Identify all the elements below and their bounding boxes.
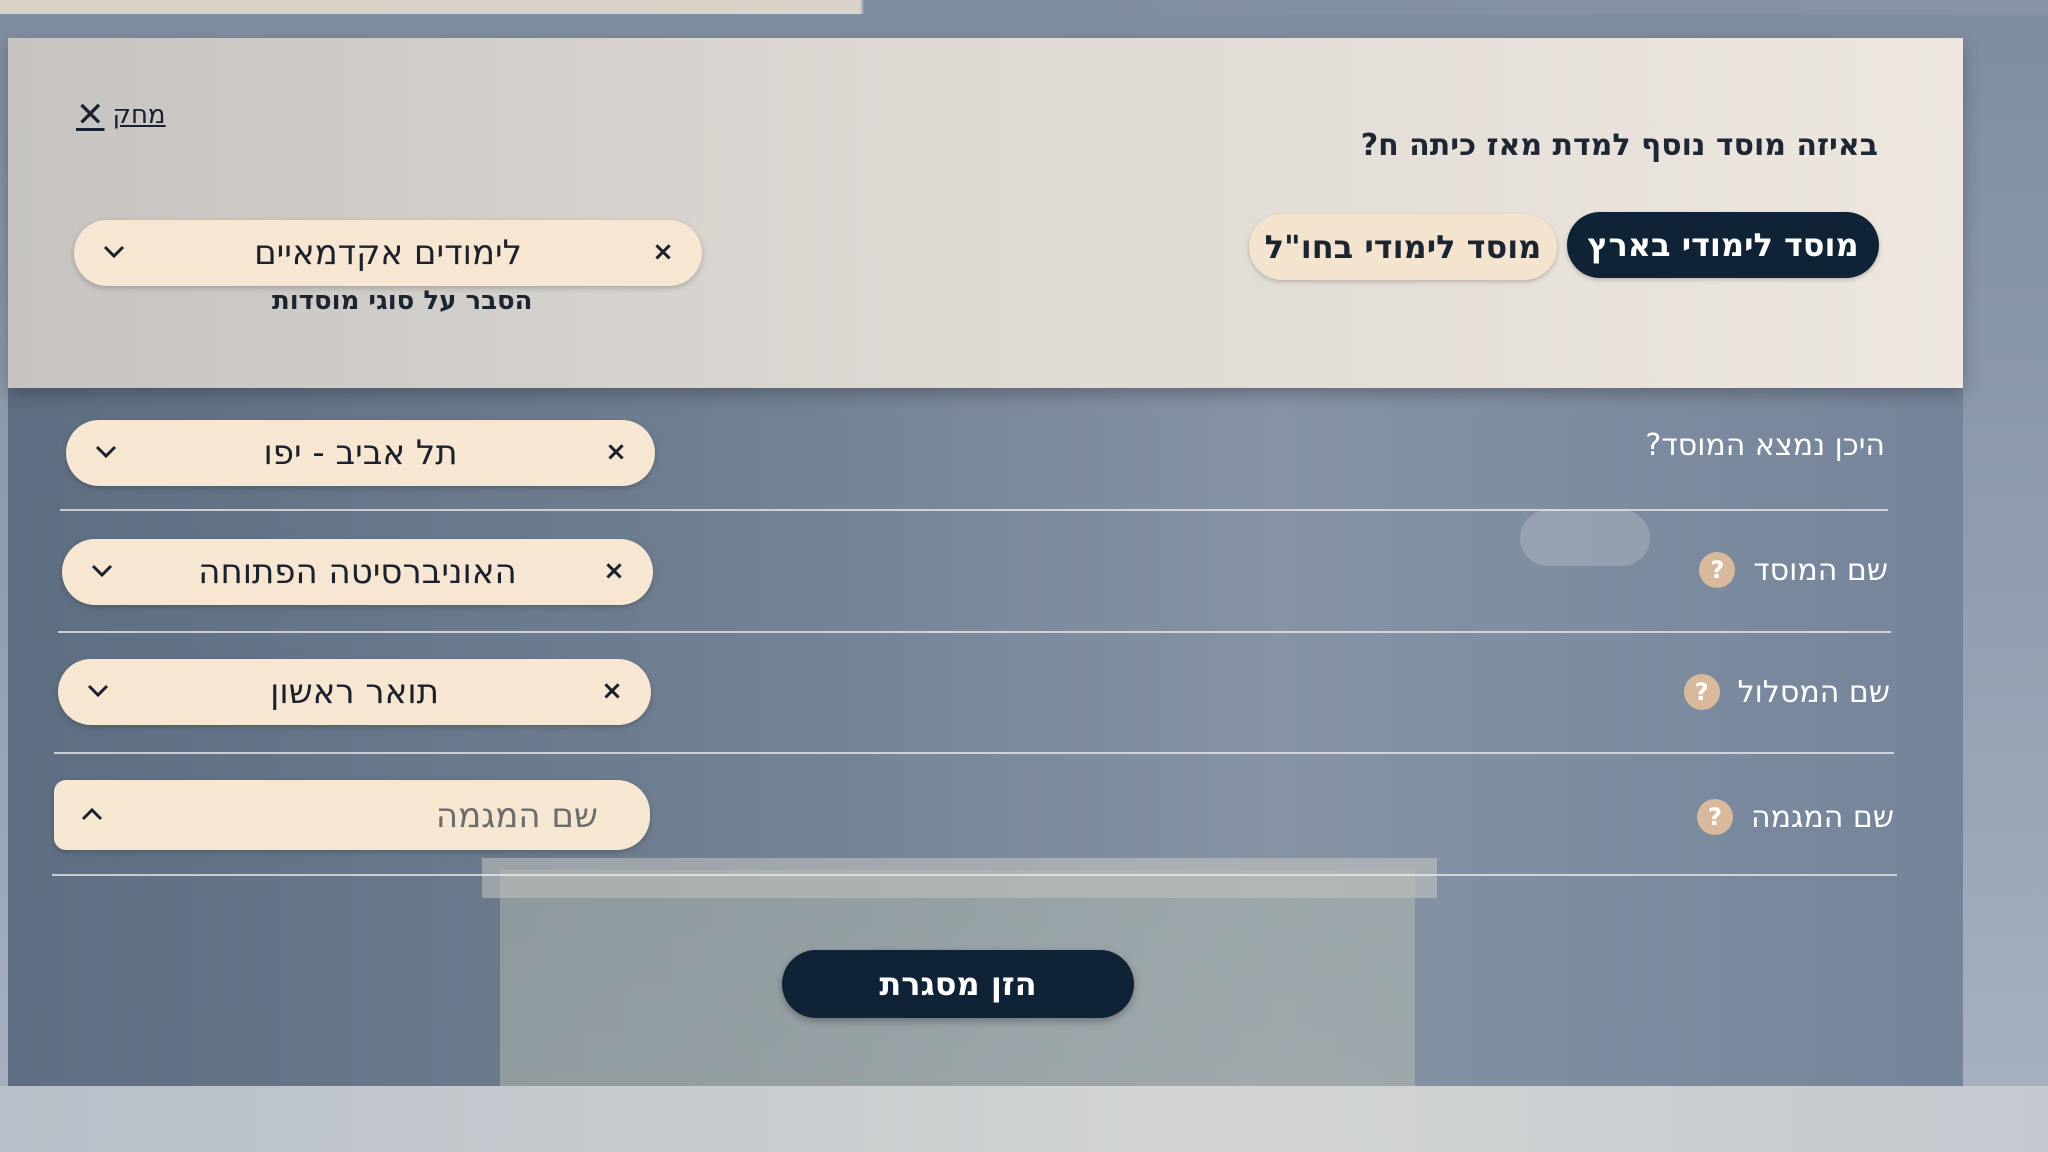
clear-selection-icon[interactable]: × xyxy=(597,554,631,588)
track-name-label: שם המסלול ? xyxy=(1683,674,1890,710)
location-value: תל אביב - יפו xyxy=(263,433,458,473)
institution-name-select[interactable]: האוניברסיטה הפתוחה × xyxy=(62,539,653,605)
background-bottom-strip xyxy=(0,1086,2048,1152)
institution-name-label: שם המוסד ? xyxy=(1699,552,1888,588)
track-name-select[interactable]: תואר ראשון × xyxy=(58,659,651,725)
clear-label: מחק xyxy=(112,100,166,130)
clear-selection-icon[interactable]: × xyxy=(595,674,629,708)
decorative-cloud xyxy=(1520,510,1650,566)
institution-types-explanation-link[interactable]: הסבר על סוגי מוסדות xyxy=(272,286,533,316)
row-divider xyxy=(60,509,1888,511)
chevron-down-icon xyxy=(84,677,112,705)
institution-abroad-button[interactable]: מוסד לימודי בחו"ל xyxy=(1249,214,1557,280)
chevron-down-icon xyxy=(92,438,120,466)
help-icon[interactable]: ? xyxy=(1699,552,1736,588)
clear-selection-icon[interactable]: × xyxy=(599,435,633,469)
close-icon: ✕ xyxy=(76,95,105,135)
row-divider xyxy=(52,874,1897,876)
row-divider xyxy=(58,631,1891,633)
help-icon[interactable]: ? xyxy=(1696,799,1733,835)
clear-button[interactable]: ✕ מחק xyxy=(76,98,166,132)
major-name-combobox[interactable] xyxy=(54,780,650,850)
location-label-text: היכן נמצא המוסד? xyxy=(1645,428,1885,463)
major-name-label: שם המגמה ? xyxy=(1696,799,1894,835)
institution-question: באיזה מוסד נוסף למדת מאז כיתה ח? xyxy=(1360,128,1878,163)
submit-framework-button[interactable]: הזן מסגרת xyxy=(782,950,1134,1018)
major-name-label-text: שם המגמה xyxy=(1750,799,1894,835)
track-name-value: תואר ראשון xyxy=(270,672,439,712)
institution-in-israel-button[interactable]: מוסד לימודי בארץ xyxy=(1567,212,1879,278)
row-divider xyxy=(54,752,1894,754)
institution-type-value: לימודים אקדמאיים xyxy=(254,233,522,273)
institution-name-value: האוניברסיטה הפתוחה xyxy=(198,552,517,592)
track-name-label-text: שם המסלול xyxy=(1737,674,1890,710)
institution-name-label-text: שם המוסד xyxy=(1753,552,1888,588)
chevron-down-icon xyxy=(88,557,116,585)
institution-type-select[interactable]: לימודים אקדמאיים × xyxy=(74,220,702,286)
location-label: היכן נמצא המוסד? xyxy=(1645,428,1885,463)
background-top-strip xyxy=(0,0,2048,14)
chevron-down-icon xyxy=(100,238,128,266)
major-name-input[interactable] xyxy=(176,790,600,842)
chevron-up-icon[interactable] xyxy=(78,800,106,828)
location-select[interactable]: תל אביב - יפו × xyxy=(66,420,655,486)
clear-selection-icon[interactable]: × xyxy=(646,235,680,269)
help-icon[interactable]: ? xyxy=(1683,674,1720,710)
